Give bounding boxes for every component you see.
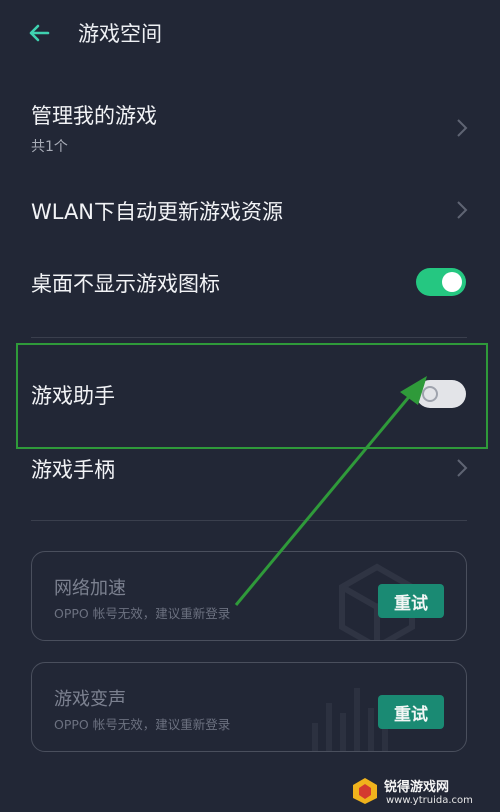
divider [31,520,467,521]
back-arrow-icon[interactable] [26,20,52,46]
manage-games-row[interactable]: 管理我的游戏 共1个 [0,90,500,170]
network-boost-retry-button[interactable]: 重试 [378,584,444,618]
hide-game-icon-toggle[interactable] [416,268,466,296]
highlight-box [16,343,488,449]
voice-changer-retry-button[interactable]: 重试 [378,695,444,729]
network-boost-card: 网络加速 OPPO 帐号无效，建议重新登录 重试 [31,551,467,641]
network-boost-status: OPPO 帐号无效，建议重新登录 [54,606,231,621]
chevron-right-icon [457,459,468,477]
chevron-right-icon [457,201,468,219]
watermark-text: 锐得游戏网 [384,780,450,795]
network-boost-title: 网络加速 [54,578,126,599]
hide-game-icon-row: 桌面不显示游戏图标 [0,258,500,308]
voice-changer-card: 游戏变声 OPPO 帐号无效，建议重新登录 重试 [31,662,467,752]
wlan-auto-update-label: WLAN下自动更新游戏资源 [31,200,284,224]
gamepad-row[interactable]: 游戏手柄 [0,444,500,494]
toggle-knob [442,272,462,292]
chevron-right-icon [457,119,468,137]
voice-changer-status: OPPO 帐号无效，建议重新登录 [54,717,231,732]
site-logo-icon [353,778,377,804]
voice-changer-title: 游戏变声 [54,689,126,710]
gamepad-label: 游戏手柄 [31,458,115,482]
manage-games-label: 管理我的游戏 [31,104,157,128]
wlan-auto-update-row[interactable]: WLAN下自动更新游戏资源 [0,186,500,236]
hide-game-icon-label: 桌面不显示游戏图标 [31,272,220,296]
watermark-url: www.ytruida.com [386,795,473,806]
manage-games-count: 共1个 [31,139,68,155]
page-title: 游戏空间 [78,22,162,46]
divider [31,337,467,338]
site-watermark: 锐得游戏网 www.ytruida.com [350,770,500,812]
